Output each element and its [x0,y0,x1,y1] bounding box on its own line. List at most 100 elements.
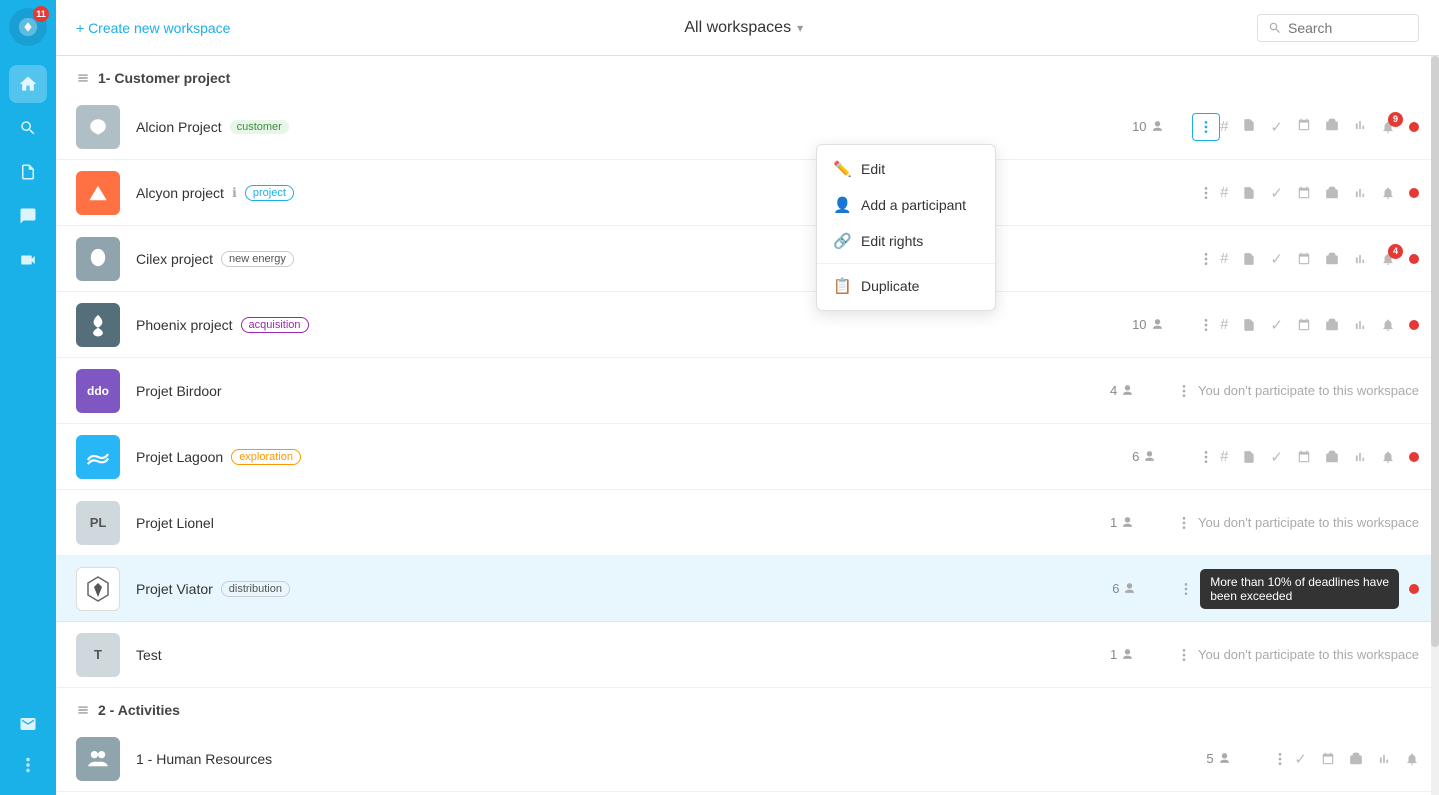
actions-lagoon: # ✓ [1220,448,1419,466]
workspace-row-phoenix[interactable]: Phoenix project acquisition 10 # ✓ [56,292,1439,358]
add-participant-icon: 👤 [833,196,851,214]
bell-icon-phoenix[interactable] [1381,318,1395,332]
chart-icon-cilex[interactable] [1353,252,1367,266]
bell-badge-count-cilex: 4 [1388,244,1403,259]
ws-tag-alcion: customer [230,120,289,134]
calendar-icon-cilex[interactable] [1297,252,1311,266]
more-nav[interactable] [9,746,47,784]
chat-nav[interactable] [9,197,47,235]
workspace-row-alcion[interactable]: Alcion Project customer 10 ✏️ Edit 👤 Add… [56,94,1439,160]
avatar-alcion [76,105,120,149]
status-dot-alcion [1409,122,1419,132]
check-icon-phoenix[interactable]: ✓ [1270,316,1283,334]
ws-name-test: Test [136,647,162,663]
home-nav[interactable] [9,65,47,103]
mail-nav[interactable] [9,705,47,743]
avatar-test: T [76,633,120,677]
chart-icon-alcyon[interactable] [1353,186,1367,200]
ws-name-area-birdoor: Projet Birdoor [136,383,1090,399]
briefcase-icon-alcion[interactable] [1325,118,1339,136]
document-nav[interactable] [9,153,47,191]
check-icon-alcion[interactable]: ✓ [1270,118,1283,136]
calendar-icon-alcion[interactable] [1297,118,1311,136]
calendar-icon-hr[interactable] [1321,752,1335,766]
menu-button-viator[interactable] [1172,575,1200,603]
bell-icon-lagoon[interactable] [1381,450,1395,464]
doc-icon-phoenix[interactable] [1242,318,1256,332]
chart-icon-alcion[interactable] [1353,118,1367,136]
dropdown-duplicate[interactable]: 📋 Duplicate [817,268,995,304]
menu-button-lagoon[interactable] [1192,443,1220,471]
calendar-icon-lagoon[interactable] [1297,450,1311,464]
ws-name-alcion: Alcion Project [136,119,222,135]
sidebar-logo[interactable]: 11 [9,8,47,46]
check-icon-alcyon[interactable]: ✓ [1270,184,1283,202]
bell-badge-cilex[interactable]: 4 [1381,252,1395,266]
search-box[interactable] [1257,14,1419,42]
bell-icon-alcyon[interactable] [1381,186,1395,200]
info-icon-alcyon[interactable]: ℹ [232,185,237,201]
workspace-row-birdoor[interactable]: ddo Projet Birdoor 4 You don't participa… [56,358,1439,424]
main-area: + Create new workspace All workspaces ▾ … [56,0,1439,795]
doc-icon-cilex[interactable] [1242,252,1256,266]
check-icon-lagoon[interactable]: ✓ [1270,448,1283,466]
bell-icon-hr[interactable] [1405,752,1419,766]
participants-alcion: 10 [1132,119,1192,134]
workspace-row-cilex[interactable]: Cilex project new energy # ✓ 4 [56,226,1439,292]
menu-button-cilex[interactable] [1192,245,1220,273]
doc-icon-alcyon[interactable] [1242,186,1256,200]
dropdown-edit[interactable]: ✏️ Edit [817,151,995,187]
ws-tag-phoenix: acquisition [241,317,309,333]
menu-button-alcyon[interactable] [1192,179,1220,207]
menu-button-phoenix[interactable] [1192,311,1220,339]
section-2-label: 2 - Activities [98,702,180,718]
dropdown-add-participant[interactable]: 👤 Add a participant [817,187,995,223]
menu-button-lionel[interactable] [1170,509,1198,537]
briefcase-icon-alcyon[interactable] [1325,186,1339,200]
menu-button-alcion[interactable] [1192,113,1220,141]
bell-badge-alcion[interactable]: 9 [1381,120,1395,134]
workspace-row-lagoon[interactable]: Projet Lagoon exploration 6 # ✓ [56,424,1439,490]
search-input[interactable] [1288,20,1408,36]
hash-icon-phoenix[interactable]: # [1220,316,1228,333]
menu-button-birdoor[interactable] [1170,377,1198,405]
briefcase-icon-hr[interactable] [1349,752,1363,766]
workspace-row-viator[interactable]: Projet Viator distribution 6 More than 1… [56,556,1439,622]
dropdown-menu: ✏️ Edit 👤 Add a participant 🔗 Edit right… [816,144,996,311]
doc-icon-lagoon[interactable] [1242,450,1256,464]
create-workspace-button[interactable]: + Create new workspace [76,20,230,36]
chart-icon-hr[interactable] [1377,752,1391,766]
sidebar: 11 [0,0,56,795]
check-icon-cilex[interactable]: ✓ [1270,250,1283,268]
calendar-icon-alcyon[interactable] [1297,186,1311,200]
hash-icon-alcyon[interactable]: # [1220,184,1228,201]
no-participate-birdoor: You don't participate to this workspace [1198,383,1419,398]
chart-icon-phoenix[interactable] [1353,318,1367,332]
calendar-icon-phoenix[interactable] [1297,318,1311,332]
menu-button-hr[interactable] [1266,745,1294,773]
briefcase-icon-lagoon[interactable] [1325,450,1339,464]
menu-button-test[interactable] [1170,641,1198,669]
hash-icon-lagoon[interactable]: # [1220,448,1228,465]
hash-icon-alcion[interactable]: # [1220,118,1228,135]
chevron-down-icon[interactable]: ▾ [797,21,803,35]
doc-icon-alcion[interactable] [1242,118,1256,136]
briefcase-icon-phoenix[interactable] [1325,318,1339,332]
workspace-row-lionel[interactable]: PL Projet Lionel 1 You don't participate… [56,490,1439,556]
avatar-cilex [76,237,120,281]
briefcase-icon-cilex[interactable] [1325,252,1339,266]
search-nav[interactable] [9,109,47,147]
dropdown-edit-rights[interactable]: 🔗 Edit rights [817,223,995,259]
hash-icon-cilex[interactable]: # [1220,250,1228,267]
ws-name-area-lionel: Projet Lionel [136,515,1090,531]
actions-alcyon: # ✓ [1220,184,1419,202]
status-dot-viator [1409,584,1419,594]
workspace-row-alcyon[interactable]: Alcyon project ℹ project # ✓ [56,160,1439,226]
ws-name-hr: 1 - Human Resources [136,751,272,767]
video-nav[interactable] [9,241,47,279]
chart-icon-lagoon[interactable] [1353,450,1367,464]
check-icon-hr[interactable]: ✓ [1294,750,1307,768]
workspace-row-test[interactable]: T Test 1 You don't participate to this w… [56,622,1439,688]
workspace-row-hr[interactable]: 1 - Human Resources 5 ✓ [56,726,1439,792]
avatar-birdoor: ddo [76,369,120,413]
